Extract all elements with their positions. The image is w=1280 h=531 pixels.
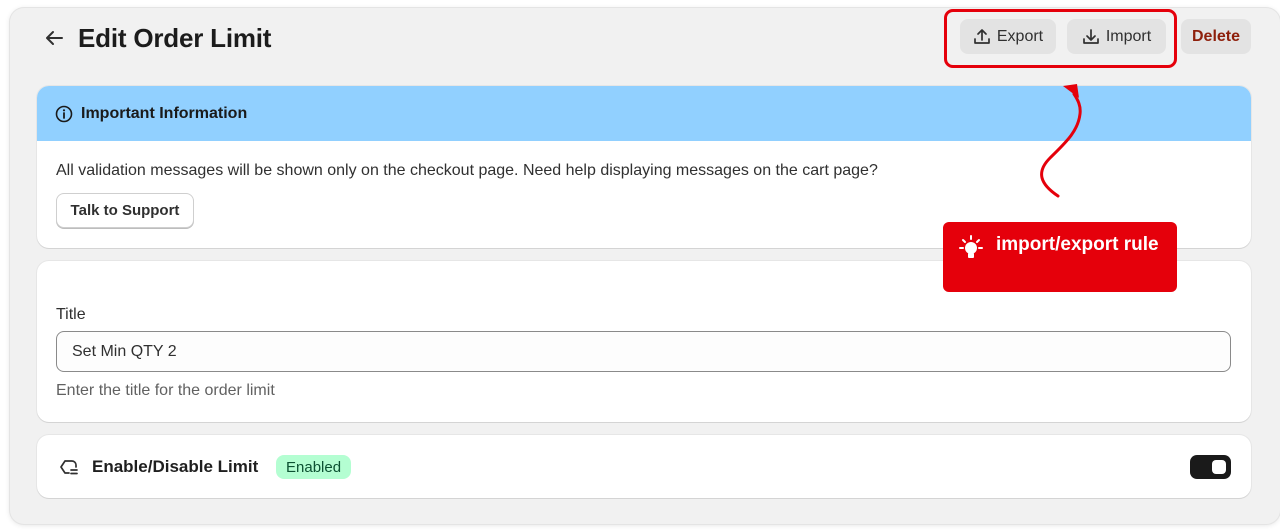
back-arrow-icon — [46, 31, 63, 45]
info-banner-title: Important Information — [81, 104, 248, 122]
limit-toggle-switch[interactable] — [1190, 455, 1231, 479]
lightbulb-icon — [959, 235, 983, 258]
limit-toggle-label: Enable/Disable Limit — [92, 457, 259, 476]
status-badge: Enabled — [276, 455, 352, 479]
info-icon — [55, 105, 73, 122]
limit-toggle-card: Enable/Disable Limit Enabled — [37, 435, 1251, 498]
page-header: Edit Order Limit — [42, 20, 271, 56]
title-label: Title — [56, 306, 86, 323]
annotation-callout-text: import/export rule — [996, 234, 1159, 255]
title-input[interactable] — [56, 331, 1231, 372]
annotation-callout: import/export rule — [943, 222, 1177, 292]
page-title: Edit Order Limit — [78, 22, 272, 53]
talk-to-support-button[interactable]: Talk to Support — [56, 193, 194, 228]
limit-icon — [60, 460, 78, 475]
annotation-arrow — [1040, 84, 1082, 198]
toggle-knob — [1212, 460, 1226, 474]
info-banner-message: All validation messages will be shown on… — [56, 162, 878, 179]
annotation-highlight-box — [944, 9, 1177, 68]
back-button[interactable] — [42, 26, 66, 50]
title-help-text: Enter the title for the order limit — [56, 382, 275, 399]
delete-button[interactable]: Delete — [1181, 19, 1251, 54]
